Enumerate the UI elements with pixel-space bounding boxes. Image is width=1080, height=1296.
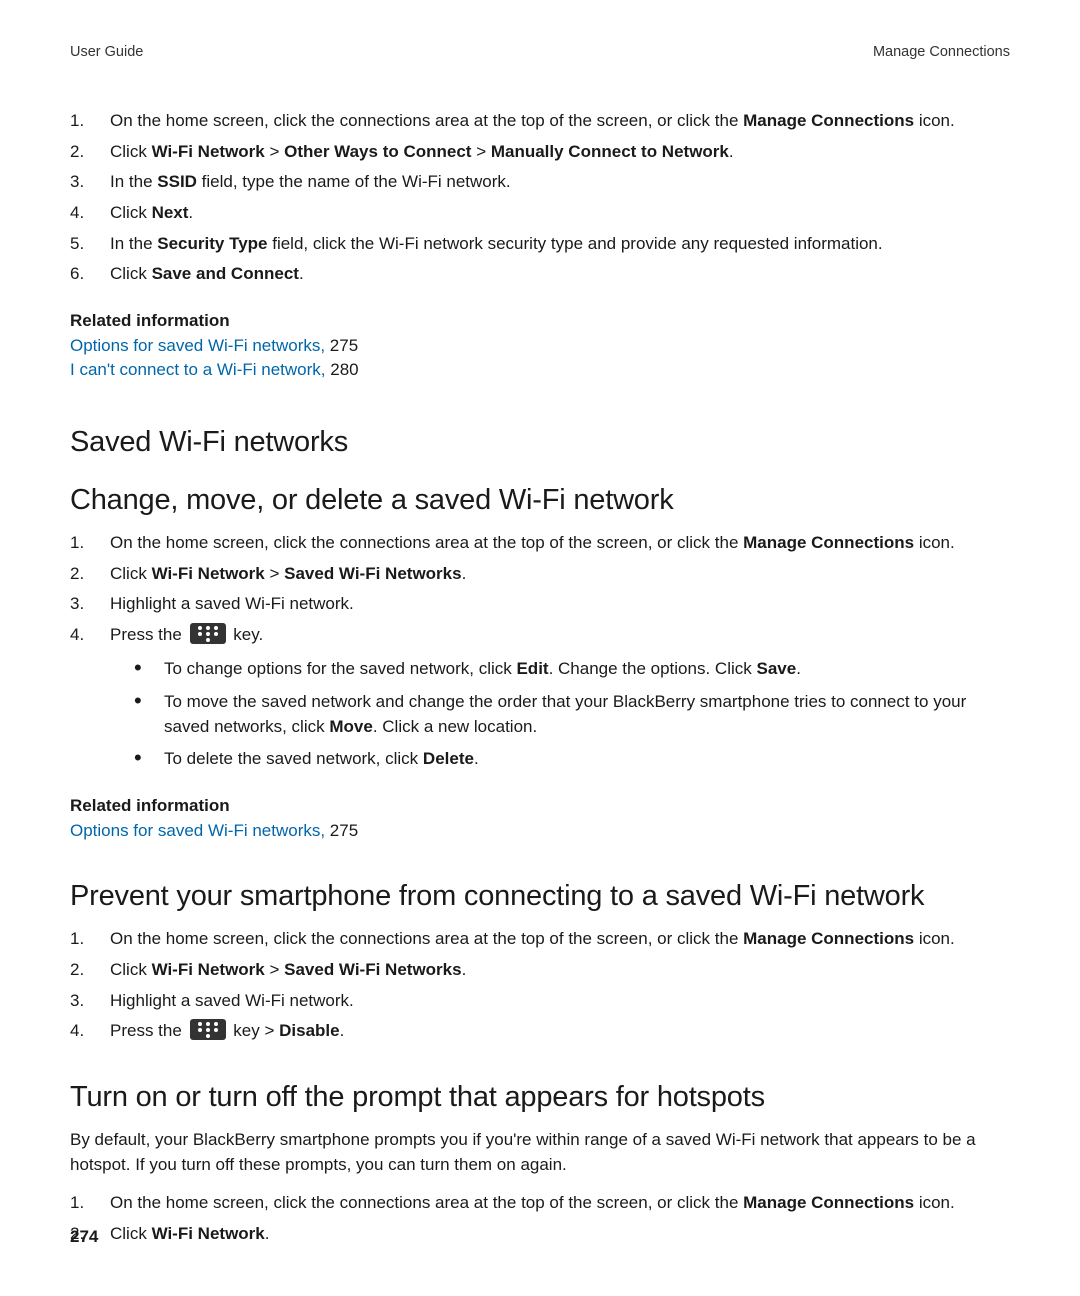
related-link-page: 280 (326, 360, 359, 379)
related-link-row: Options for saved Wi-Fi networks, 275 (70, 334, 1010, 359)
step-item: On the home screen, click the connection… (70, 1191, 1010, 1216)
related-info-heading: Related information (70, 309, 1010, 334)
heading-hotspot: Turn on or turn off the prompt that appe… (70, 1076, 1010, 1118)
step-item: Click Next. (70, 201, 1010, 226)
step-item: In the SSID field, type the name of the … (70, 170, 1010, 195)
page-number: 274 (70, 1225, 98, 1250)
header-right: Manage Connections (873, 42, 1010, 63)
prevent-steps-list: On the home screen, click the connection… (70, 927, 1010, 1044)
related-link[interactable]: Options for saved Wi-Fi networks, (70, 336, 325, 355)
step-item: Highlight a saved Wi-Fi network. (70, 989, 1010, 1014)
step-item: Click Save and Connect. (70, 262, 1010, 287)
page-header: User Guide Manage Connections (70, 42, 1010, 63)
hotspot-steps-list: On the home screen, click the connection… (70, 1191, 1010, 1246)
sub-item: To move the saved network and change the… (134, 690, 1010, 739)
step-item: Click Wi-Fi Network > Saved Wi-Fi Networ… (70, 562, 1010, 587)
related-info-heading: Related information (70, 794, 1010, 819)
step-item: Click Wi-Fi Network > Other Ways to Conn… (70, 140, 1010, 165)
step-item: On the home screen, click the connection… (70, 109, 1010, 134)
sub-item: To change options for the saved network,… (134, 657, 1010, 682)
related-link-row: Options for saved Wi-Fi networks, 275 (70, 819, 1010, 844)
sub-item: To delete the saved network, click Delet… (134, 747, 1010, 772)
related-link-page: 275 (325, 336, 358, 355)
step-item: Highlight a saved Wi-Fi network. (70, 592, 1010, 617)
step-item: Click Wi-Fi Network > Saved Wi-Fi Networ… (70, 958, 1010, 983)
menu-key-icon (190, 1019, 226, 1040)
top-steps-list: On the home screen, click the connection… (70, 109, 1010, 287)
step-item: In the Security Type field, click the Wi… (70, 232, 1010, 257)
header-left: User Guide (70, 42, 143, 63)
step-item: Press the key > Disable. (70, 1019, 1010, 1044)
change-sub-list: To change options for the saved network,… (70, 657, 1010, 772)
related-link[interactable]: I can't connect to a Wi-Fi network, (70, 360, 326, 379)
heading-prevent: Prevent your smartphone from connecting … (70, 875, 1010, 917)
related-link-row: I can't connect to a Wi-Fi network, 280 (70, 358, 1010, 383)
step-item: On the home screen, click the connection… (70, 927, 1010, 952)
related-link-page: 275 (325, 821, 358, 840)
heading-change-move-delete: Change, move, or delete a saved Wi-Fi ne… (70, 479, 1010, 521)
step-item: Press the key. (70, 623, 1010, 648)
step-item: Click Wi-Fi Network. (70, 1222, 1010, 1247)
hotspot-paragraph: By default, your BlackBerry smartphone p… (70, 1128, 1010, 1177)
step-item: On the home screen, click the connection… (70, 531, 1010, 556)
change-steps-list: On the home screen, click the connection… (70, 531, 1010, 648)
related-link[interactable]: Options for saved Wi-Fi networks, (70, 821, 325, 840)
menu-key-icon (190, 623, 226, 644)
heading-saved-wifi: Saved Wi-Fi networks (70, 421, 1010, 463)
